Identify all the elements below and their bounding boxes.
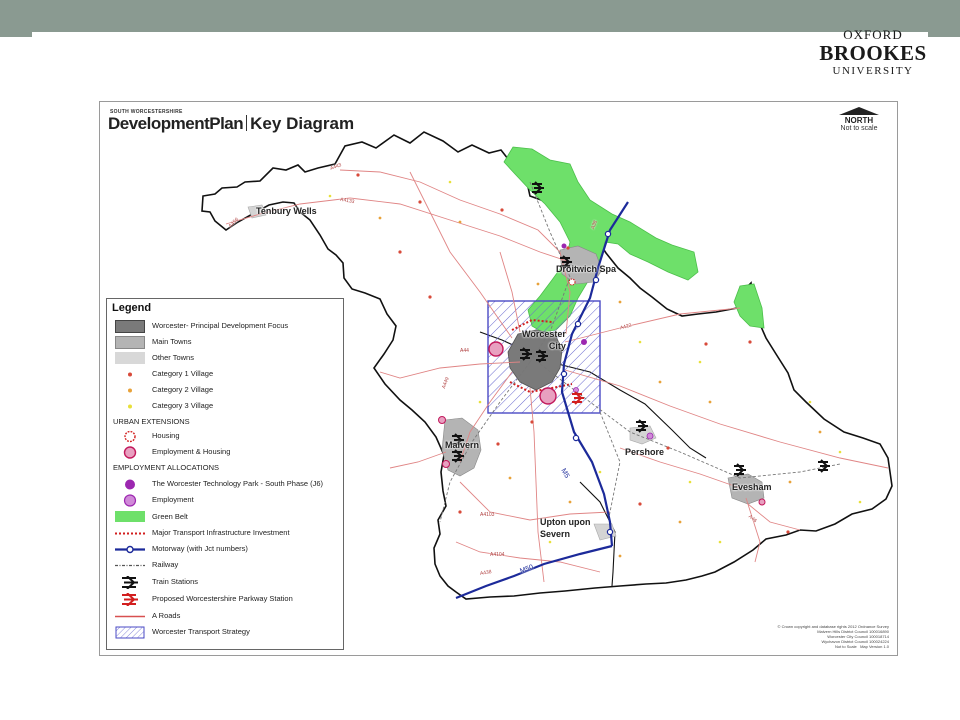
legend-item-green-belt: Green Belt — [107, 510, 343, 525]
legend-item-employment-housing: Employment & Housing — [107, 445, 343, 460]
legend-label: Motorway (with Jct numbers) — [152, 544, 248, 553]
legend-label: Green Belt — [152, 512, 188, 521]
north-label: NORTH — [844, 116, 874, 125]
road-label-a4104: A4104 — [490, 552, 505, 558]
parkway-station-icon — [122, 593, 138, 606]
place-label-malvern: Malvern — [445, 440, 480, 450]
copyright-notice: © Crown copyright and database rights 20… — [777, 624, 889, 649]
legend-item-major-transport: Major Transport Infrastructure Investmen… — [107, 526, 343, 541]
legend-item-cat1-village: Category 1 Village — [107, 367, 343, 382]
legend-symbol-employment — [123, 494, 137, 507]
legend-label: The Worcester Technology Park - South Ph… — [152, 479, 324, 488]
legend-label: Category 3 Village — [152, 401, 214, 410]
legend-title: Legend — [112, 302, 152, 314]
place-label-evesham: Evesham — [732, 482, 772, 492]
legend-symbol-cat3 — [128, 404, 132, 409]
legend-item-housing: Housing — [107, 429, 343, 444]
place-label-droitwich: Droitwich Spa — [556, 264, 617, 274]
legend-symbol-employment-housing — [123, 446, 137, 459]
legend-item-parkway-station: Proposed Worcestershire Parkway Station — [107, 592, 343, 607]
map-title: DevelopmentPlan Key Diagram — [108, 114, 354, 134]
train-station-icon — [122, 576, 138, 589]
map-title-part2: Key Diagram — [250, 114, 355, 133]
legend-label: Category 1 Village — [152, 369, 214, 378]
map-legend: Legend Worcester- Principal Development … — [106, 298, 344, 650]
legend-symbol-railway — [115, 564, 145, 567]
legend-symbol-cat1 — [128, 372, 132, 377]
legend-label: Railway — [152, 560, 179, 569]
legend-label: Worcester Transport Strategy — [152, 627, 250, 636]
legend-item-cat2-village: Category 2 Village — [107, 383, 343, 398]
legend-label: A Roads — [152, 611, 181, 620]
slide-header-divider — [32, 32, 928, 37]
legend-symbol-housing — [124, 430, 136, 443]
title-separator — [246, 115, 248, 131]
legend-label: Employment — [152, 495, 194, 504]
road-label-a44: A44 — [460, 348, 469, 354]
legend-heading-employment-allocations: EMPLOYMENT ALLOCATIONS — [113, 463, 219, 472]
legend-item-principal-focus: Worcester- Principal Development Focus — [107, 319, 343, 334]
logo-line-brookes: BROOKES — [819, 41, 927, 65]
legend-item-railway: Railway — [107, 558, 343, 573]
legend-item-train-stations: Train Stations — [107, 575, 343, 590]
legend-item-technology-park: The Worcester Technology Park - South Ph… — [107, 477, 343, 492]
legend-item-other-towns: Other Towns — [107, 351, 343, 366]
legend-label: Main Towns — [152, 337, 192, 346]
place-label-upton: Upton upon Severn — [540, 517, 591, 539]
oxford-brookes-logo: OXFORD BROOKES UNIVERSITY — [812, 28, 934, 77]
legend-symbol-transport-strategy — [115, 626, 145, 639]
north-arrow-icon — [839, 107, 879, 115]
legend-swatch-green-belt — [115, 511, 145, 522]
legend-symbol-cat2 — [128, 388, 132, 393]
legend-symbol-a-roads — [115, 615, 145, 618]
legend-item-transport-strategy: Worcester Transport Strategy — [107, 625, 343, 640]
logo-line-university: UNIVERSITY — [832, 65, 914, 77]
legend-label: Other Towns — [152, 353, 194, 362]
legend-symbol-motorway — [115, 545, 145, 554]
map-title-part1: DevelopmentPlan — [108, 114, 244, 133]
legend-item-employment: Employment — [107, 493, 343, 508]
place-label-tenbury: Tenbury Wells — [256, 206, 317, 216]
legend-swatch-main-towns — [115, 336, 145, 349]
north-indicator: NORTH Not to scale — [833, 107, 885, 132]
legend-label: Proposed Worcestershire Parkway Station — [152, 594, 293, 603]
legend-label: Housing — [152, 431, 180, 440]
legend-label: Worcester- Principal Development Focus — [152, 321, 289, 330]
place-label-pershore: Pershore — [625, 447, 665, 457]
place-label-worcester: Worcester City — [522, 329, 566, 351]
legend-item-cat3-village: Category 3 Village — [107, 399, 343, 414]
legend-item-a-roads: A Roads — [107, 609, 343, 624]
key-diagram-map: SOUTH WORCESTERSHIRE DevelopmentPlan Key … — [99, 101, 898, 656]
legend-symbol-major-transport — [115, 532, 145, 535]
legend-label: Category 2 Village — [152, 385, 214, 394]
legend-label: Major Transport Infrastructure Investmen… — [152, 528, 290, 537]
legend-label: Employment & Housing — [152, 447, 231, 456]
legend-heading-urban-extensions: URBAN EXTENSIONS — [113, 417, 190, 426]
legend-item-main-towns: Main Towns — [107, 335, 343, 350]
legend-swatch-other-towns — [115, 352, 145, 364]
scale-label: Not to scale — [840, 125, 878, 132]
legend-swatch-principal-focus — [115, 320, 145, 333]
road-label-a4103: A4103 — [480, 512, 495, 518]
logo-line-oxford: OXFORD — [843, 27, 903, 42]
legend-symbol-technology-park — [125, 479, 135, 490]
legend-label: Train Stations — [152, 577, 198, 586]
legend-item-motorway: Motorway (with Jct numbers) — [107, 542, 343, 557]
